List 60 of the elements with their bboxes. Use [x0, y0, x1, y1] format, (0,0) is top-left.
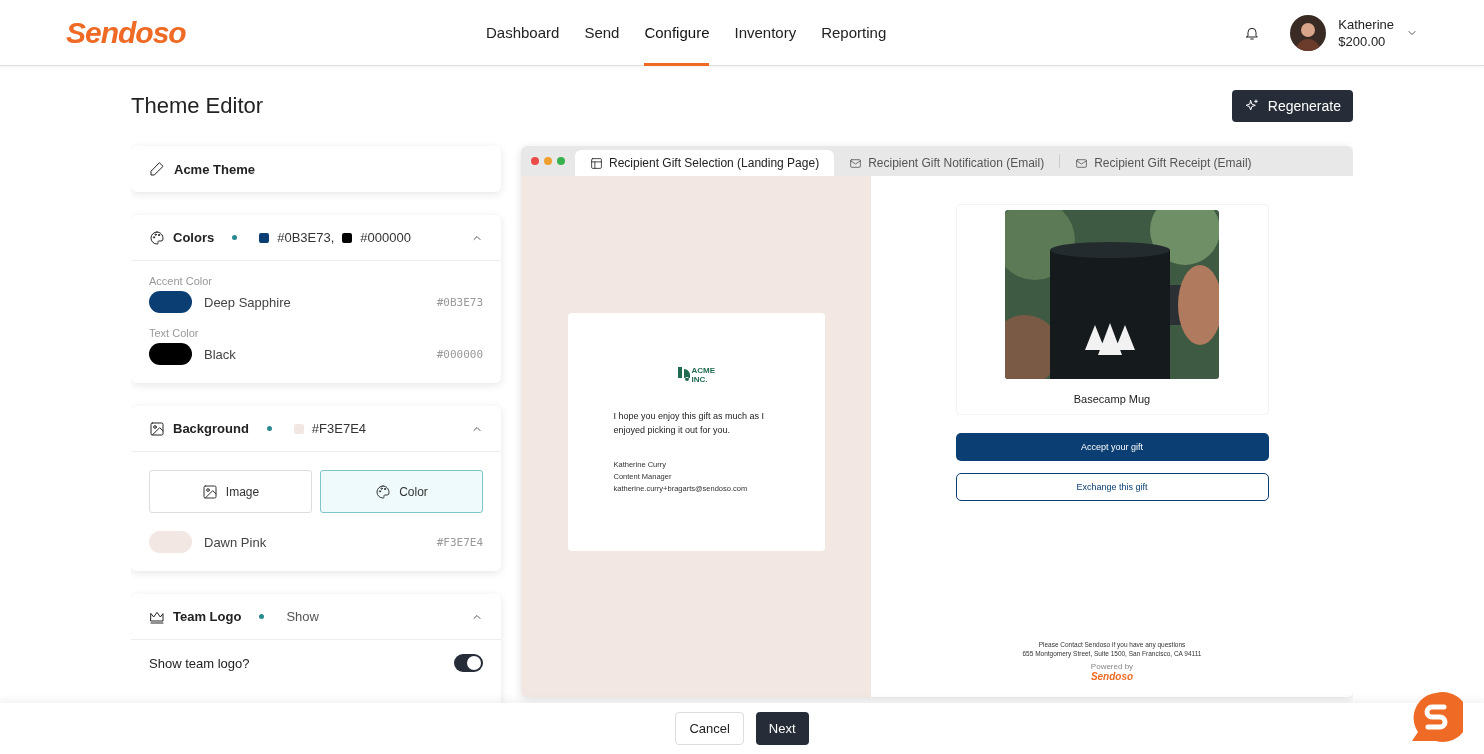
- cancel-button[interactable]: Cancel: [675, 712, 744, 745]
- color-swatch[interactable]: [149, 291, 192, 313]
- mail-icon: [849, 156, 863, 170]
- image-icon: [149, 420, 165, 437]
- toggle-label: Show team logo?: [149, 655, 250, 671]
- preview-tab[interactable]: Recipient Gift Receipt (Email): [1060, 150, 1267, 176]
- avatar: [1290, 14, 1327, 51]
- page-title: Theme Editor: [131, 93, 264, 119]
- hex-code: #F3E7E4: [436, 535, 483, 549]
- window-dot: [557, 157, 565, 165]
- user-name: Katherine: [1338, 15, 1394, 33]
- image-icon: [201, 483, 218, 500]
- exchange-button[interactable]: Exchange this gift: [955, 473, 1269, 501]
- field-label: Text Color: [149, 327, 200, 339]
- option-button[interactable]: Color: [320, 470, 483, 513]
- toggle-switch[interactable]: [454, 654, 483, 672]
- color-value: #F3E7E4: [311, 421, 367, 436]
- next-button[interactable]: Next: [755, 712, 809, 745]
- acme-logo-text: ACME INC.: [691, 365, 716, 384]
- color-name: Black: [204, 346, 236, 362]
- preview-tab[interactable]: Recipient Gift Notification (Email): [834, 150, 1060, 176]
- nav-tab[interactable]: Reporting: [821, 0, 887, 66]
- color-value: #0B3E73,: [277, 230, 335, 245]
- status-dot: [232, 235, 238, 240]
- section-summary: Show: [286, 609, 319, 624]
- field-label: Accent Color: [149, 275, 213, 287]
- hex-code: #0B3E73: [436, 295, 483, 309]
- color-name: Dawn Pink: [204, 534, 267, 550]
- brand-logo: Sendoso: [1089, 672, 1135, 681]
- account-balance: $200.00: [1338, 32, 1387, 50]
- window-dot: [544, 157, 552, 165]
- palette-icon: [375, 483, 392, 500]
- section-title: Colors: [173, 230, 215, 245]
- mail-icon: [1075, 156, 1089, 170]
- brand-logo: Sendoso: [66, 15, 187, 50]
- option-button[interactable]: Image: [149, 470, 312, 513]
- window-dot: [531, 157, 539, 165]
- nav-tab[interactable]: Inventory: [734, 0, 797, 66]
- accept-button[interactable]: Accept your gift: [955, 433, 1269, 461]
- theme-name: Acme Theme: [174, 161, 255, 177]
- pencil-icon: [149, 161, 165, 177]
- color-name: Deep Sapphire: [204, 294, 291, 310]
- status-dot: [266, 426, 272, 431]
- color-swatch[interactable]: [149, 343, 192, 365]
- nav-tab[interactable]: Dashboard: [486, 0, 560, 66]
- layout-icon: [590, 156, 603, 170]
- gift-message: I hope you enjoy this gift as much as I enjoyed picking it out for you.: [613, 409, 766, 437]
- product-name: Basecamp Mug: [1073, 393, 1151, 405]
- palette-icon: [149, 229, 165, 246]
- section-title: Background: [173, 421, 249, 436]
- section-title: Team Logo: [173, 609, 242, 624]
- hex-code: #000000: [436, 347, 483, 361]
- powered-by-text: Powered by: [1089, 662, 1135, 672]
- color-value: #000000: [360, 230, 411, 245]
- nav-tab[interactable]: Configure: [644, 0, 710, 66]
- preview-tab[interactable]: Recipient Gift Selection (Landing Page): [575, 150, 835, 176]
- color-swatch[interactable]: [149, 531, 192, 553]
- status-dot: [259, 614, 265, 619]
- nav-tab[interactable]: Send: [584, 0, 620, 66]
- regenerate-button[interactable]: Regenerate: [1231, 90, 1353, 122]
